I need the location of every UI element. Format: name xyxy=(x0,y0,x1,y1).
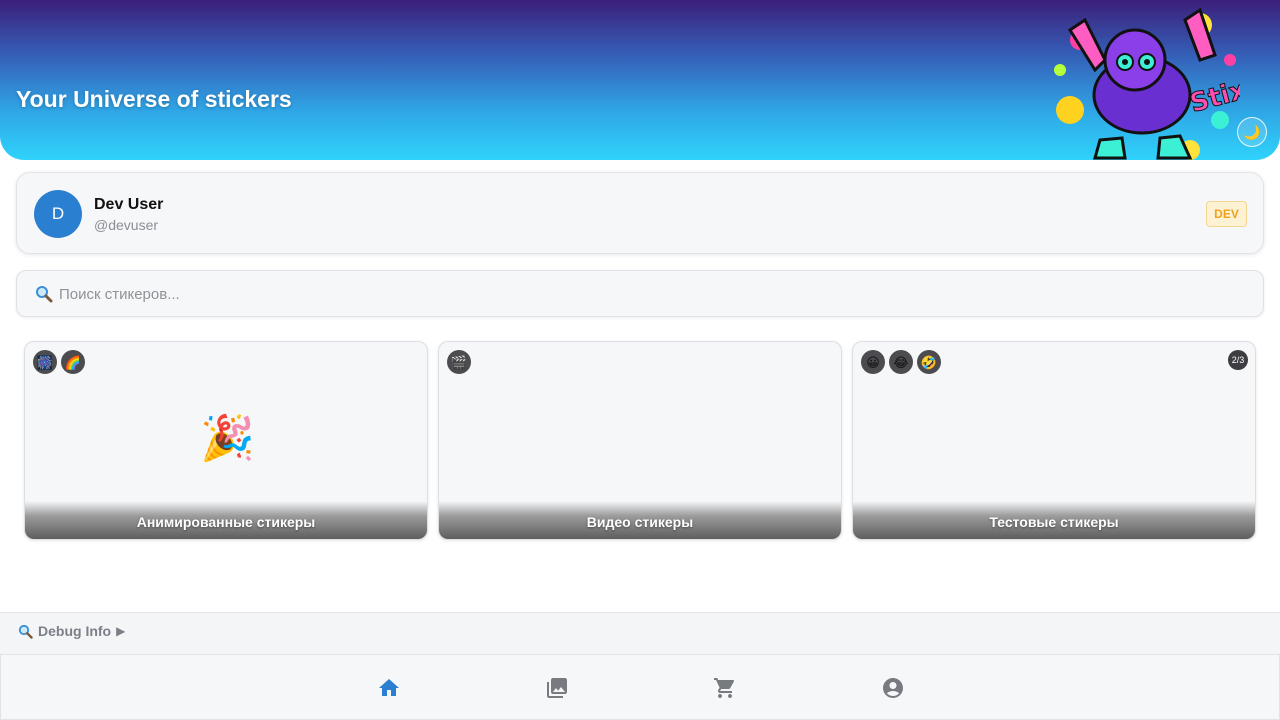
user-handle: @devuser xyxy=(94,217,159,233)
header-banner: Your Universe of stickers Stixly 🌙 xyxy=(0,0,1280,160)
page-indicator-badge: 2/3 xyxy=(1228,350,1248,370)
profile-icon xyxy=(883,678,903,698)
expand-arrow-icon: ▶ xyxy=(116,624,126,638)
nav-home[interactable] xyxy=(377,676,401,700)
magnifier-icon xyxy=(18,624,33,639)
moon-icon: 🌙 xyxy=(1243,123,1261,140)
user-profile-card: D Dev User @devuser DEV xyxy=(16,172,1264,254)
pack-icons: 🎬 xyxy=(447,350,471,374)
svg-text:Stixly: Stixly xyxy=(1187,69,1240,119)
sticker-pack-card[interactable]: 🎬 Видео стикеры xyxy=(438,341,842,540)
nav-gallery[interactable] xyxy=(545,676,569,700)
user-name: Dev User xyxy=(94,196,164,213)
search-input[interactable] xyxy=(59,282,1239,306)
tears-of-joy-icon: 😂 xyxy=(889,350,913,374)
nav-profile[interactable] xyxy=(881,676,905,700)
gallery-icon xyxy=(547,678,567,698)
debug-bar: Debug Info ▶ xyxy=(0,612,1280,654)
party-popper-icon: 🎉 xyxy=(200,414,255,463)
page-title: Your Universe of stickers xyxy=(16,86,292,112)
search-bar[interactable] xyxy=(16,270,1264,317)
debug-info-label: Debug Info xyxy=(38,623,112,639)
sticker-pack-card[interactable]: 🎆 🌈 🎉 Анимированные стикеры xyxy=(24,341,428,540)
rolling-laughing-icon: 🤣 xyxy=(917,350,941,374)
nav-cart[interactable] xyxy=(713,676,737,700)
theme-toggle-button[interactable]: 🌙 xyxy=(1237,117,1267,147)
fireworks-icon: 🎆 xyxy=(33,350,57,374)
search-icon xyxy=(36,286,53,303)
pack-title: Анимированные стикеры xyxy=(136,514,316,530)
home-icon xyxy=(379,679,399,696)
sticker-mascot-icon: Stixly xyxy=(1054,7,1240,160)
pack-icons: 😀 😂 🤣 xyxy=(861,350,941,374)
bottom-navigation xyxy=(0,654,1280,720)
pack-icons: 🎆 🌈 xyxy=(33,350,85,374)
pack-title: Тестовые стикеры xyxy=(989,514,1119,530)
debug-info-toggle[interactable]: Debug Info ▶ xyxy=(18,623,125,639)
grinning-face-icon: 😀 xyxy=(861,350,885,374)
cart-icon xyxy=(714,678,735,698)
sticker-pack-card[interactable]: 😀 😂 🤣 2/3 Тестовые стикеры xyxy=(852,341,1256,540)
avatar: D xyxy=(34,190,82,238)
pack-title: Видео стикеры xyxy=(586,514,694,530)
dev-badge: DEV xyxy=(1206,201,1247,227)
rainbow-icon: 🌈 xyxy=(61,350,85,374)
clapperboard-icon: 🎬 xyxy=(447,350,471,374)
